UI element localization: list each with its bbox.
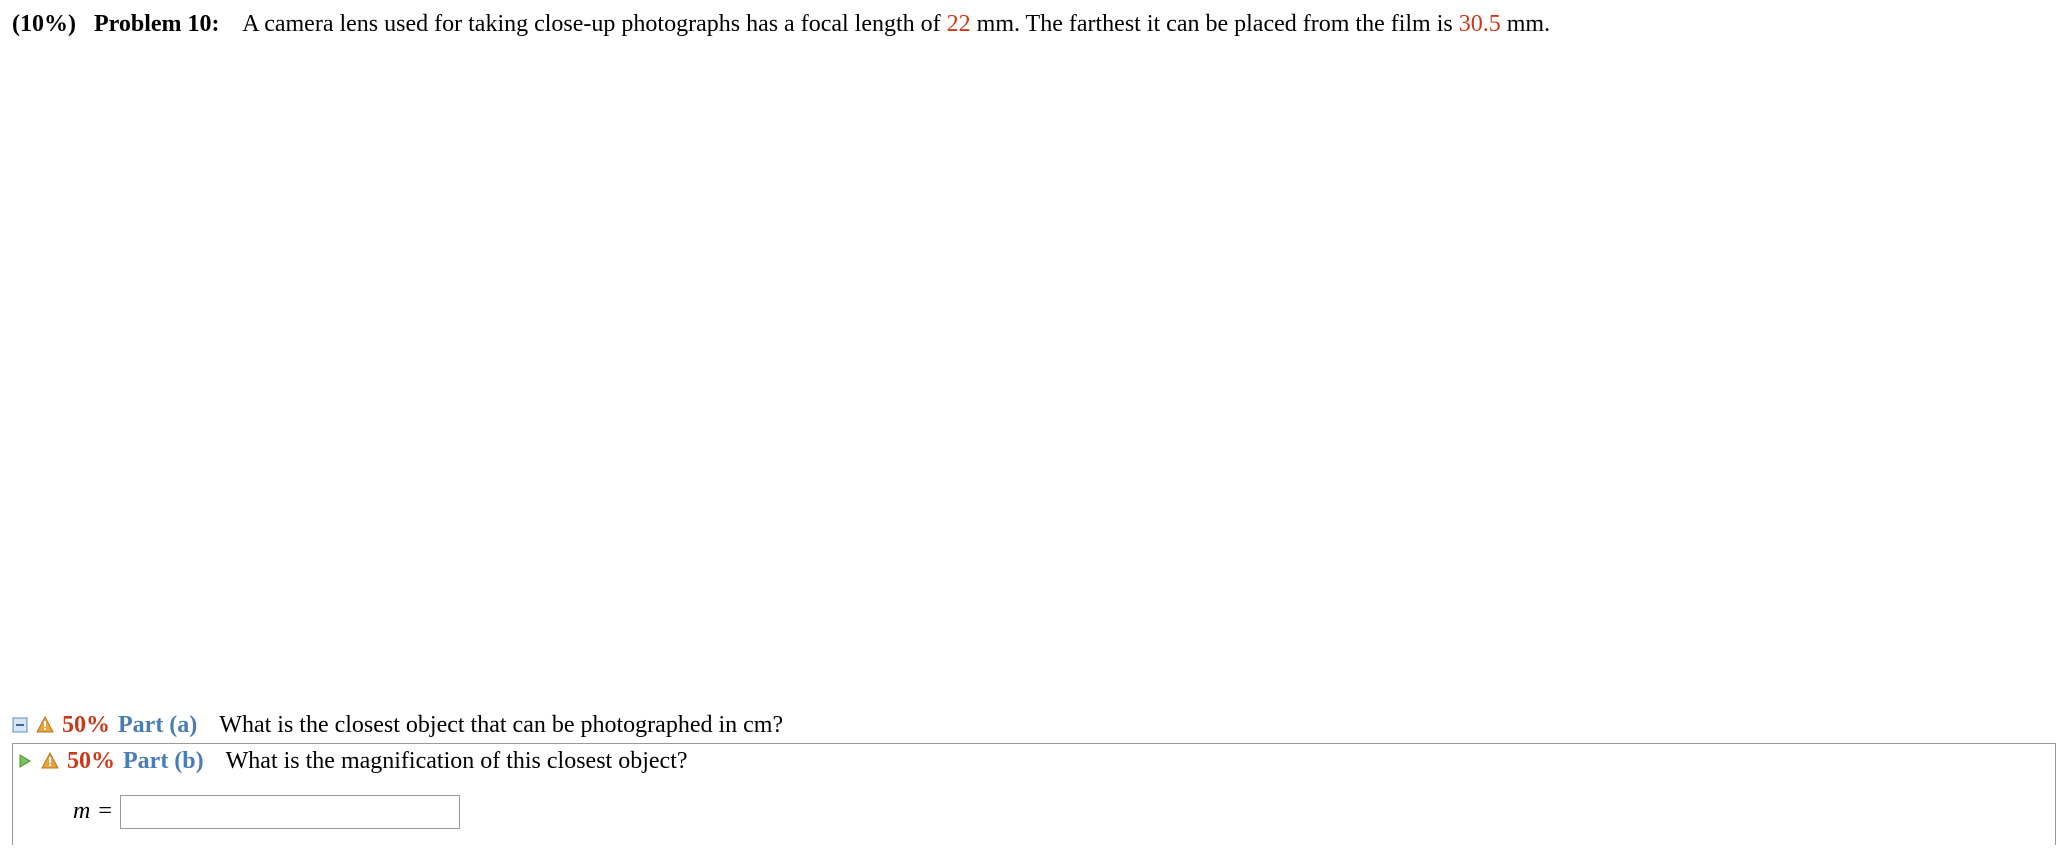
magnification-input[interactable] — [120, 795, 460, 829]
warning-icon — [36, 716, 54, 734]
problem-label: Problem 10: — [94, 11, 220, 37]
answer-equals: = — [98, 798, 112, 825]
problem-text-mid: mm. The farthest it can be placed from t… — [977, 11, 1459, 37]
answer-variable: m — [73, 798, 90, 825]
problem-text-suffix: mm. — [1507, 11, 1550, 37]
problem-value-2: 30.5 — [1459, 11, 1501, 37]
problem-header: (10%) Problem 10: A camera lens used for… — [12, 8, 2056, 42]
part-b-row[interactable]: 50% Part (b) What is the magnification o… — [12, 743, 2056, 779]
part-a-weight: 50% — [62, 712, 110, 739]
play-icon[interactable] — [17, 753, 33, 769]
part-a-row[interactable]: 50% Part (a) What is the closest object … — [12, 708, 2056, 743]
content-spacer — [12, 48, 2056, 708]
answer-section: m = — [12, 779, 2056, 845]
part-b-weight: 50% — [67, 748, 115, 775]
part-b-label: Part (b) — [123, 748, 204, 775]
problem-text-prefix: A camera lens used for taking close-up p… — [242, 11, 946, 37]
problem-weight: (10%) — [12, 11, 76, 37]
part-b-text: What is the magnification of this closes… — [226, 748, 688, 775]
warning-icon — [41, 752, 59, 770]
minus-icon[interactable] — [12, 717, 28, 733]
part-a-label: Part (a) — [118, 712, 197, 739]
problem-value-1: 22 — [947, 11, 971, 37]
answer-row: m = — [73, 795, 1995, 829]
part-a-text: What is the closest object that can be p… — [219, 712, 783, 739]
